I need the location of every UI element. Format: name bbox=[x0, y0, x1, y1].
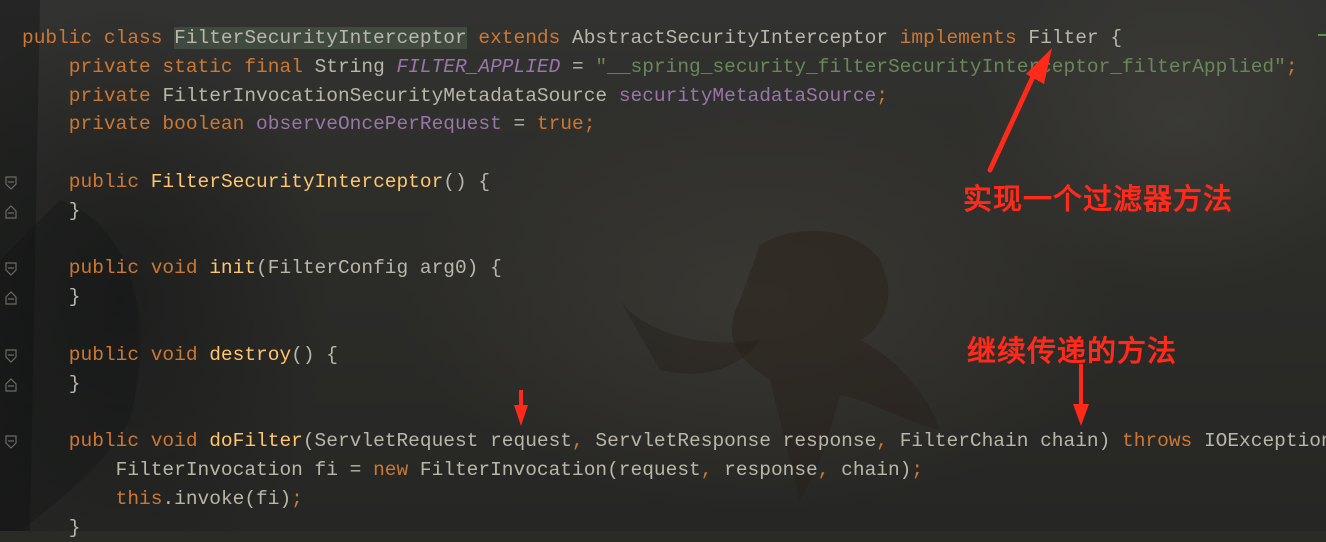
code-token: extends bbox=[478, 27, 573, 49]
code-token: () { bbox=[291, 343, 338, 366]
annotation-filter-note: 实现一个过滤器方法 bbox=[963, 182, 1234, 216]
code-token: "__spring_security_filterSecurityInterce… bbox=[595, 55, 1286, 78]
code-token: } bbox=[22, 516, 81, 539]
code-token: } bbox=[22, 199, 81, 222]
code-token: , bbox=[572, 430, 596, 453]
code-token: ; bbox=[876, 84, 888, 107]
code-token: public void bbox=[22, 257, 210, 280]
code-token: ; bbox=[1285, 55, 1298, 78]
code-token: ServletResponse response bbox=[595, 430, 877, 453]
fold-open-icon[interactable] bbox=[5, 435, 17, 450]
code-token: this bbox=[115, 487, 163, 510]
code-token: } bbox=[22, 372, 81, 395]
code-line[interactable] bbox=[22, 226, 1326, 255]
code-token: init bbox=[209, 257, 257, 280]
code-line[interactable]: } bbox=[22, 370, 1326, 399]
fold-close-icon[interactable] bbox=[5, 204, 17, 219]
code-token: FILTER_APPLIED bbox=[396, 55, 561, 78]
code-token: = bbox=[560, 55, 596, 78]
code-token: ; bbox=[291, 487, 303, 510]
code-line[interactable]: public void doFilter(ServletRequest requ… bbox=[22, 427, 1326, 456]
code-token: , bbox=[876, 430, 900, 453]
code-token: public bbox=[22, 170, 151, 193]
code-token: FilterInvocation fi = bbox=[22, 458, 374, 481]
code-token: String bbox=[314, 55, 397, 78]
code-line[interactable]: public void init(FilterConfig arg0) { bbox=[22, 254, 1326, 283]
fold-open-icon[interactable] bbox=[5, 176, 17, 190]
fold-close-icon[interactable] bbox=[5, 377, 17, 392]
code-token: securityMetadataSource bbox=[618, 84, 877, 107]
code-token: public void bbox=[22, 430, 210, 453]
code-token: private boolean bbox=[22, 113, 257, 136]
code-token: FilterSecurityInterceptor bbox=[174, 27, 467, 49]
code-token: observeOncePerRequest bbox=[256, 113, 502, 136]
code-token: public void bbox=[22, 343, 210, 366]
code-token: Filter { bbox=[1028, 27, 1123, 49]
fold-open-icon[interactable] bbox=[5, 349, 17, 363]
code-line[interactable] bbox=[22, 139, 1326, 168]
code-token: throws bbox=[1122, 430, 1204, 453]
scrollbar-marker[interactable] bbox=[1318, 34, 1326, 36]
code-token: chain) bbox=[841, 458, 912, 481]
code-line[interactable]: private boolean observeOncePerRequest = … bbox=[22, 110, 1326, 139]
code-token: true bbox=[536, 113, 584, 136]
code-line[interactable]: private FilterInvocationSecurityMetadata… bbox=[22, 82, 1326, 111]
code-token: private bbox=[22, 84, 163, 107]
code-token: AbstractSecurityInterceptor bbox=[572, 27, 900, 49]
code-token: destroy bbox=[209, 343, 292, 366]
code-token: FilterSecurityInterceptor bbox=[150, 170, 444, 193]
code-token: ; bbox=[583, 113, 596, 136]
code-token: implements bbox=[899, 27, 1029, 49]
code-token: = bbox=[501, 113, 537, 136]
code-line[interactable]: } bbox=[22, 514, 1326, 542]
code-line[interactable]: private static final String FILTER_APPLI… bbox=[22, 53, 1326, 82]
code-line[interactable]: public class FilterSecurityInterceptor e… bbox=[22, 24, 1326, 53]
code-token: , bbox=[700, 458, 725, 481]
code-line[interactable]: FilterInvocation fi = new FilterInvocati… bbox=[22, 456, 1326, 485]
code-editor[interactable]: public class FilterSecurityInterceptor e… bbox=[22, 24, 1326, 542]
code-token: private static final bbox=[22, 55, 315, 78]
annotation-chain-note: 继续传递的方法 bbox=[967, 334, 1178, 368]
code-token: public class bbox=[22, 27, 175, 49]
code-token: () { bbox=[443, 170, 491, 193]
code-token: IOException bbox=[1203, 430, 1326, 453]
code-line[interactable]: this.invoke(fi); bbox=[22, 485, 1326, 514]
code-token: FilterInvocationSecurityMetadataSource bbox=[162, 84, 619, 107]
fold-open-icon[interactable] bbox=[5, 262, 17, 277]
code-token: , bbox=[817, 458, 842, 481]
code-line[interactable] bbox=[22, 398, 1326, 427]
code-token: (FilterConfig arg0) { bbox=[256, 257, 502, 280]
code-line[interactable]: } bbox=[22, 283, 1326, 312]
code-token: FilterChain chain) bbox=[899, 430, 1123, 453]
code-token: response bbox=[724, 458, 818, 481]
editor-gutter bbox=[0, 0, 22, 531]
code-token: ; bbox=[911, 458, 924, 481]
code-token: } bbox=[22, 286, 81, 309]
fold-close-icon[interactable] bbox=[5, 291, 17, 305]
code-token: doFilter bbox=[209, 430, 303, 453]
code-token: new bbox=[373, 458, 420, 481]
code-token: FilterInvocation(request bbox=[419, 458, 701, 481]
code-token: (ServletRequest request bbox=[302, 430, 573, 453]
code-token: .invoke(fi) bbox=[162, 487, 292, 510]
